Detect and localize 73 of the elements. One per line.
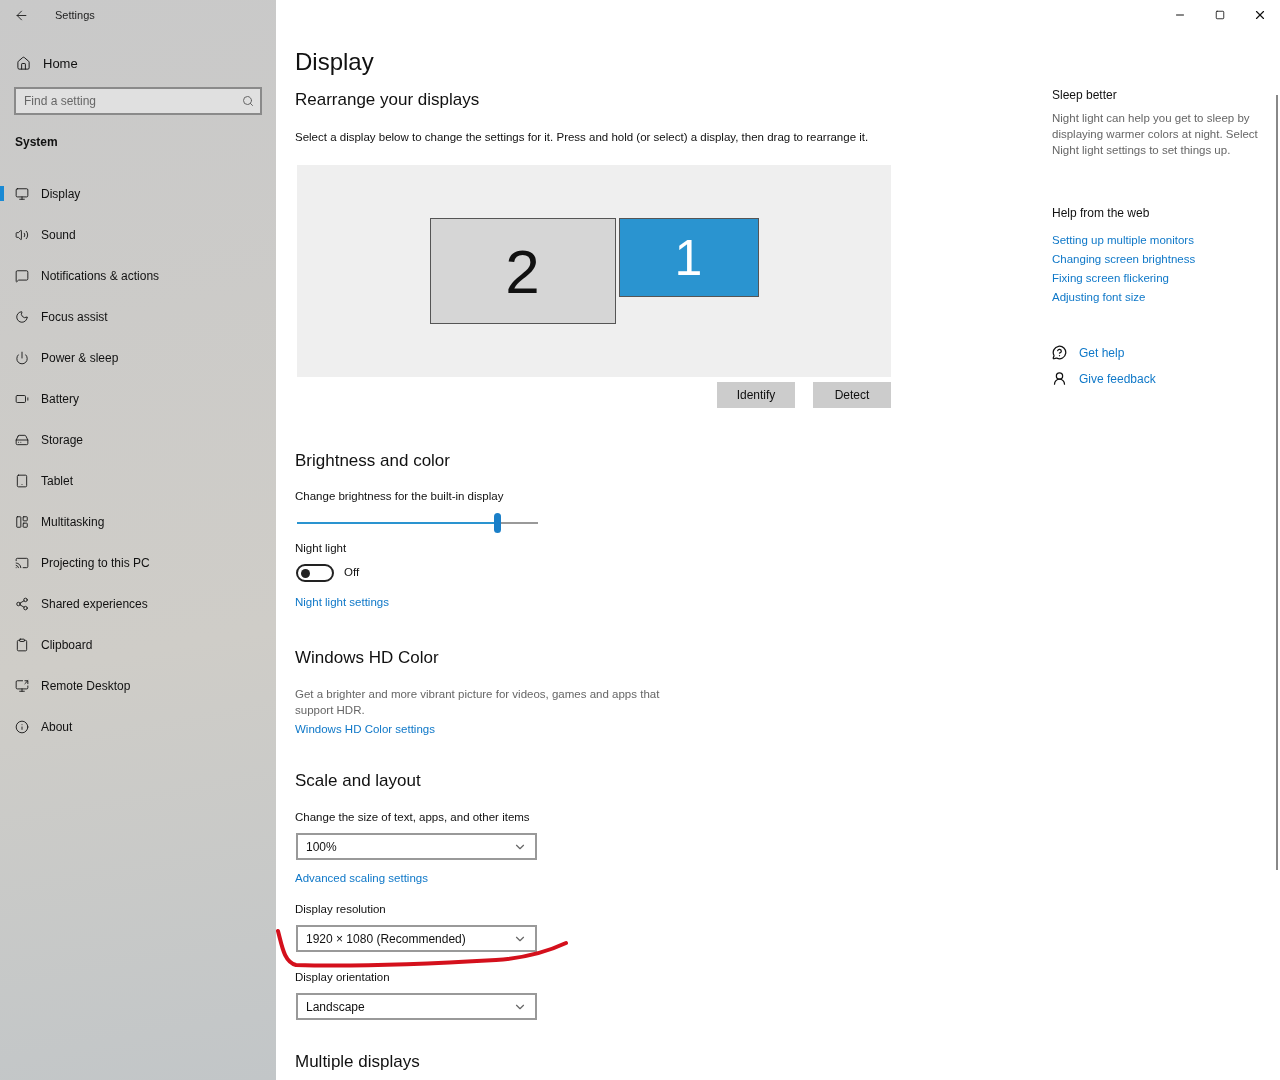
person-icon — [1052, 371, 1067, 386]
nav-item[interactable]: About — [0, 706, 276, 747]
nav-item[interactable]: Sound — [0, 214, 276, 255]
help-link[interactable]: Changing screen brightness — [1052, 253, 1196, 265]
share-icon — [15, 596, 29, 611]
night-light-settings-link[interactable]: Night light settings — [295, 596, 389, 608]
window-title: Settings — [55, 9, 95, 21]
field-label: Display resolution — [295, 902, 386, 917]
projector-icon — [15, 555, 29, 570]
speaker-icon — [15, 227, 29, 242]
toggle-label: Night light — [295, 541, 347, 556]
slider-label: Change brightness for the built-in display — [295, 489, 504, 504]
home-icon — [16, 55, 31, 71]
clipboard-icon — [15, 637, 29, 652]
monitor-icon — [15, 186, 29, 201]
nav-item[interactable]: Focus assist — [0, 296, 276, 337]
home-link[interactable]: Home — [16, 48, 276, 78]
tablet-icon — [15, 473, 29, 488]
section-heading: Rearrange your displays — [295, 90, 481, 110]
nav-item[interactable]: Storage — [0, 419, 276, 460]
aside-heading: Sleep better — [1052, 88, 1118, 102]
multitasking-icon — [15, 514, 29, 529]
dropdown[interactable]: Landscape — [296, 993, 537, 1020]
toggle-state: Off — [344, 565, 360, 580]
help-link[interactable]: Adjusting font size — [1052, 291, 1146, 303]
section-heading: Multiple displays — [295, 1052, 421, 1072]
night-light-toggle[interactable] — [296, 564, 334, 582]
description-text: Select a display below to change the settings for it. Press and hold (or select) a display, then drag to rearrange it. — [295, 130, 869, 145]
description-text: Get a brighter and more vibrant picture for videos, games and apps that support HDR. — [295, 687, 661, 718]
field-label: Display orientation — [295, 970, 390, 985]
feedback-link[interactable]: Give feedback — [1052, 371, 1267, 386]
help-link[interactable]: Setting up multiple monitors — [1052, 234, 1194, 246]
page-title: Display — [295, 48, 375, 76]
help-bubble-icon — [1052, 345, 1067, 360]
power-icon — [15, 350, 29, 365]
slider-thumb[interactable] — [494, 513, 501, 533]
back-button[interactable] — [14, 7, 29, 23]
nav-item[interactable]: Clipboard — [0, 624, 276, 665]
maximize-icon — [1215, 10, 1225, 20]
storage-icon — [15, 432, 29, 447]
identify-button[interactable]: Identify — [717, 382, 795, 408]
scrollbar[interactable] — [1276, 95, 1278, 870]
get-help-link[interactable]: Get help — [1052, 345, 1267, 360]
scaling-settings-link[interactable]: Advanced scaling settings — [295, 872, 428, 884]
aside-heading: Help from the web — [1052, 206, 1151, 220]
field-label: Change the size of text, apps, and other items — [295, 810, 530, 825]
nav-item[interactable]: Display — [0, 173, 276, 214]
search-icon — [242, 95, 254, 107]
speech-bubble-icon — [15, 268, 29, 283]
hd-color-settings-link[interactable]: Windows HD Color settings — [295, 723, 435, 735]
display-tile[interactable]: 2 — [429, 218, 616, 324]
section-heading: Scale and layout — [295, 771, 422, 791]
dropdown[interactable]: 1920 × 1080 (Recommended) — [296, 925, 537, 952]
nav-item[interactable]: Power & sleep — [0, 337, 276, 378]
tip-text: Night light can help you get to sleep by displaying warmer colors at night. Select Night light settings to set things up. — [1052, 111, 1259, 158]
section-heading: Brightness and color — [295, 451, 451, 471]
section-heading: Windows HD Color — [295, 648, 440, 668]
nav-item[interactable]: Remote Desktop — [0, 665, 276, 706]
nav-item[interactable]: Projecting to this PC — [0, 542, 276, 583]
detect-button[interactable]: Detect — [813, 382, 891, 408]
close-icon — [1253, 8, 1267, 22]
nav-item[interactable]: Multitasking — [0, 501, 276, 542]
moon-icon — [15, 309, 29, 324]
dropdown[interactable]: 100% — [296, 833, 537, 860]
nav-item[interactable]: Shared experiences — [0, 583, 276, 624]
remote-desktop-icon — [15, 678, 29, 693]
nav-item[interactable]: Battery — [0, 378, 276, 419]
search-field[interactable]: Find a setting — [14, 87, 262, 115]
nav-item[interactable]: Notifications & actions — [0, 255, 276, 296]
help-link[interactable]: Fixing screen flickering — [1052, 272, 1169, 284]
nav-item[interactable]: Tablet — [0, 460, 276, 501]
section-label: System — [15, 135, 59, 149]
info-icon — [15, 719, 29, 734]
